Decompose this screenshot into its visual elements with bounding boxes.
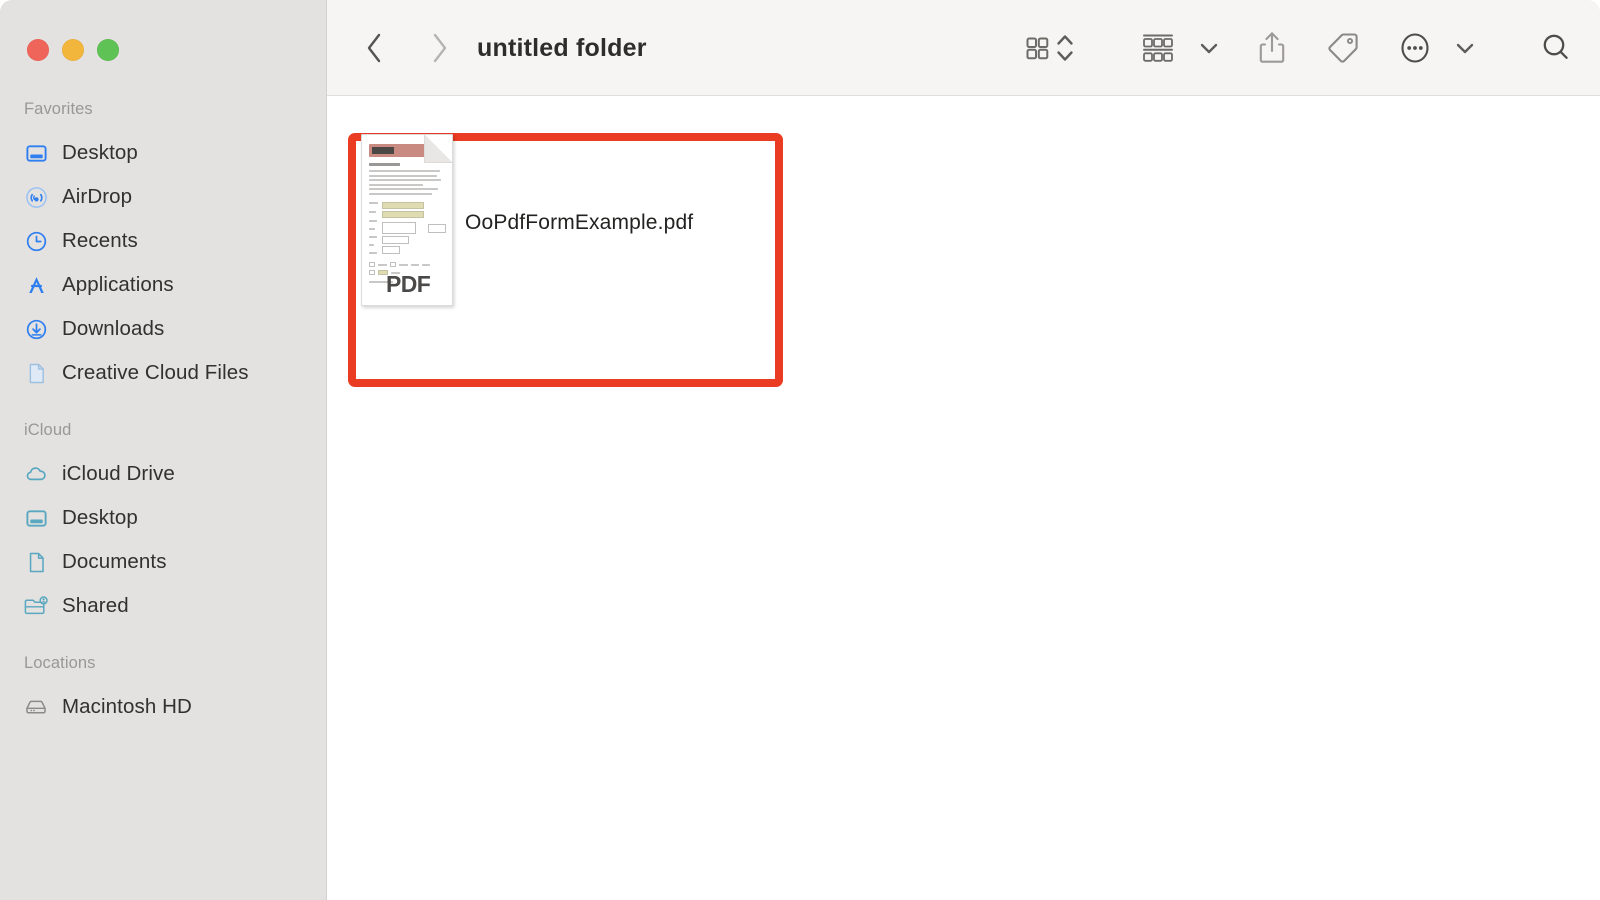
sidebar-item-icloud-drive[interactable]: iCloud Drive [0, 452, 327, 496]
sidebar-group-favorites: Favorites Desktop AirDrop Recents Applic… [0, 100, 327, 395]
sidebar-item-label: iCloud Drive [62, 462, 175, 485]
applications-icon [24, 273, 48, 297]
sidebar-section-title-favorites: Favorites [24, 100, 93, 118]
file-item[interactable]: PDF OoPdfFormExample.pdf [361, 108, 751, 338]
sidebar-item-macintosh-hd[interactable]: Macintosh HD [0, 685, 327, 729]
sidebar-item-label: Documents [62, 550, 167, 573]
sidebar-group-locations: Locations Macintosh HD [0, 654, 327, 729]
download-icon [24, 317, 48, 341]
shared-folder-icon [24, 594, 48, 618]
icon-view-button[interactable] [1020, 22, 1054, 74]
page-title: untitled folder [477, 33, 647, 62]
view-stepper[interactable] [1054, 22, 1076, 74]
sidebar-item-label: Shared [62, 594, 129, 617]
sidebar-item-desktop[interactable]: Desktop [0, 131, 327, 175]
share-icon[interactable] [1254, 22, 1290, 74]
finder-window: Favorites Desktop AirDrop Recents Applic… [0, 0, 1600, 900]
sidebar-item-shared[interactable]: Shared [0, 584, 327, 628]
airdrop-icon [24, 185, 48, 209]
toolbar: untitled folder [327, 0, 1600, 96]
document-icon [24, 550, 48, 574]
back-button[interactable] [359, 24, 391, 72]
sidebar-item-icloud-documents[interactable]: Documents [0, 540, 327, 584]
sidebar-section-title-icloud: iCloud [24, 421, 72, 439]
pdf-file-icon: PDF [361, 134, 457, 312]
sidebar-item-label: Desktop [62, 141, 138, 164]
sidebar-item-applications[interactable]: Applications [0, 263, 327, 307]
sidebar-group-icloud: iCloud iCloud Drive Desktop Documents Sh… [0, 421, 327, 628]
close-window-button[interactable] [27, 39, 49, 61]
sidebar: Favorites Desktop AirDrop Recents Applic… [0, 0, 327, 900]
sidebar-item-creative-cloud-files[interactable]: Creative Cloud Files [0, 351, 327, 395]
navigation-buttons [359, 24, 455, 72]
sidebar-item-label: Creative Cloud Files [62, 361, 249, 384]
traffic-lights [27, 39, 119, 61]
search-icon[interactable] [1538, 22, 1574, 74]
harddisk-icon [24, 695, 48, 719]
file-name-label: OoPdfFormExample.pdf [465, 211, 694, 234]
sidebar-item-label: Downloads [62, 317, 165, 340]
sidebar-item-downloads[interactable]: Downloads [0, 307, 327, 351]
maximize-window-button[interactable] [97, 39, 119, 61]
tag-icon[interactable] [1324, 22, 1362, 74]
file-browser-content: PDF OoPdfFormExample.pdf [328, 96, 1600, 900]
group-by-chevron[interactable] [1198, 22, 1220, 74]
sidebar-item-label: Applications [62, 273, 174, 296]
toolbar-actions [1020, 0, 1600, 96]
group-by-button[interactable] [1138, 22, 1178, 74]
cloud-icon [24, 462, 48, 486]
sidebar-item-label: Recents [62, 229, 138, 252]
sidebar-list: Favorites Desktop AirDrop Recents Applic… [0, 100, 327, 755]
desktop-icon [24, 506, 48, 530]
sidebar-item-label: AirDrop [62, 185, 133, 208]
minimize-window-button[interactable] [62, 39, 84, 61]
desktop-icon [24, 141, 48, 165]
pdf-badge-label: PDF [386, 271, 431, 297]
sidebar-item-icloud-desktop[interactable]: Desktop [0, 496, 327, 540]
sidebar-item-recents[interactable]: Recents [0, 219, 327, 263]
sidebar-item-airdrop[interactable]: AirDrop [0, 175, 327, 219]
sidebar-section-title-locations: Locations [24, 654, 96, 672]
clock-icon [24, 229, 48, 253]
more-button[interactable] [1396, 22, 1434, 74]
sidebar-item-label: Macintosh HD [62, 695, 192, 718]
sidebar-item-label: Desktop [62, 506, 138, 529]
more-chevron[interactable] [1454, 22, 1476, 74]
forward-button[interactable] [423, 24, 455, 72]
document-icon [24, 361, 48, 385]
